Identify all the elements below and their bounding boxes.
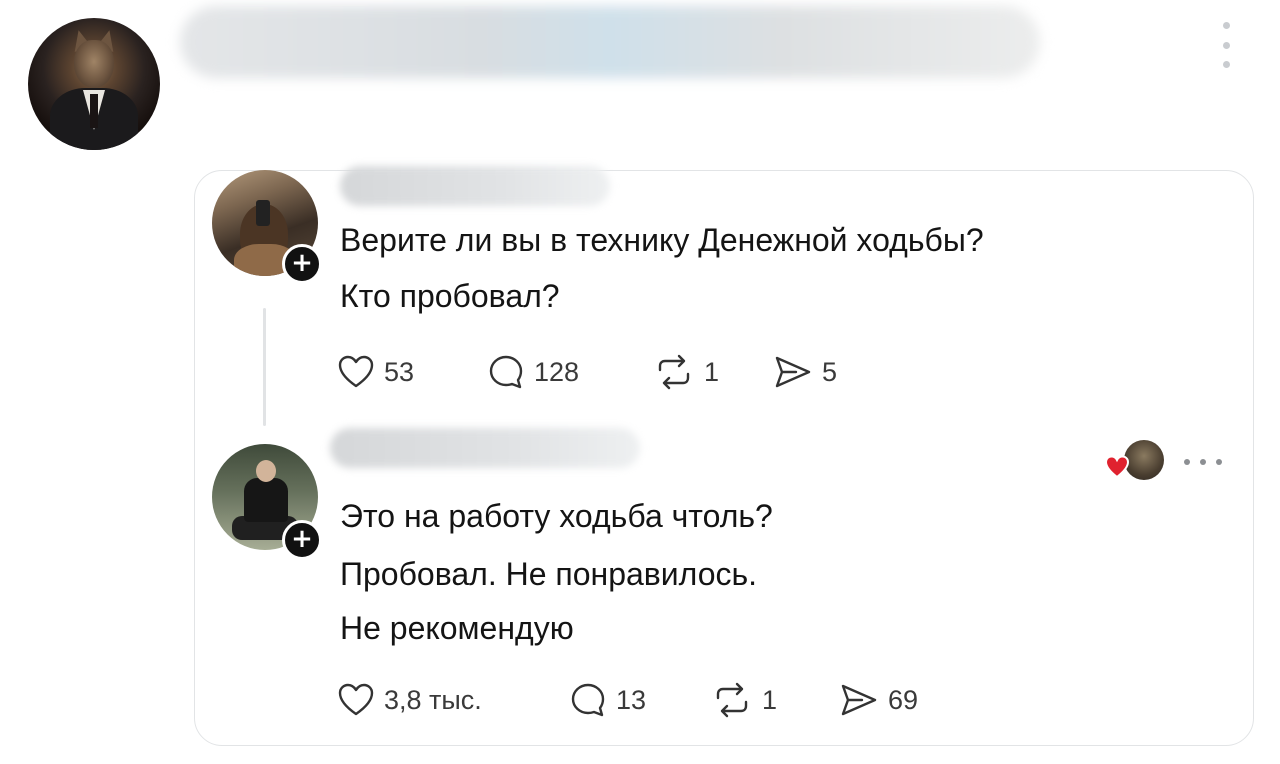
comment-1-line-2: Кто пробовал? bbox=[340, 278, 560, 314]
send-icon bbox=[841, 684, 877, 716]
tie bbox=[90, 94, 98, 128]
share-button[interactable]: 5 bbox=[774, 355, 837, 389]
author-avatar[interactable] bbox=[28, 18, 160, 150]
comment-1-actions: 53 128 1 5 bbox=[338, 352, 837, 392]
liker-avatar bbox=[1124, 440, 1164, 480]
cat-head bbox=[74, 40, 114, 88]
commenter-2-handle-redacted bbox=[330, 428, 640, 468]
comment-2-actions: 3,8 тыс. 13 1 69 bbox=[338, 680, 918, 720]
repost-button[interactable]: 1 bbox=[654, 354, 774, 390]
heart-icon bbox=[338, 355, 374, 388]
comment-2-line-2: Пробовал. Не понравилось. bbox=[340, 556, 758, 592]
speech-bubble-icon bbox=[571, 683, 605, 717]
thread-connector-line bbox=[263, 308, 266, 426]
heart-filled-icon bbox=[1104, 455, 1130, 479]
reply-count: 128 bbox=[534, 356, 580, 387]
like-button[interactable]: 3,8 тыс. bbox=[338, 683, 570, 717]
share-count: 5 bbox=[822, 356, 838, 387]
comment-2-line-3: Не рекомендую bbox=[340, 610, 574, 646]
reply-button[interactable]: 13 bbox=[570, 682, 712, 718]
repost-count: 1 bbox=[762, 684, 778, 715]
repost-count: 1 bbox=[704, 356, 720, 387]
like-button[interactable]: 53 bbox=[338, 355, 488, 389]
comment-2-line-1: Это на работу ходьба чтоль? bbox=[340, 498, 773, 534]
phone-in-mirror bbox=[256, 200, 270, 226]
heart-icon bbox=[338, 683, 374, 716]
speech-bubble-icon bbox=[489, 355, 523, 389]
repost-icon bbox=[716, 682, 748, 718]
share-button[interactable]: 69 bbox=[840, 683, 918, 717]
follow-plus-icon[interactable]: + bbox=[282, 520, 322, 560]
more-options-kebab-icon[interactable] bbox=[1216, 22, 1236, 68]
follow-plus-icon[interactable]: + bbox=[282, 244, 322, 284]
share-count: 69 bbox=[888, 684, 919, 715]
commenter-1-handle-redacted bbox=[340, 166, 610, 206]
comment-1-line-1: Верите ли вы в технику Денежной ходьбы? bbox=[340, 222, 984, 258]
like-count: 3,8 тыс. bbox=[384, 684, 482, 715]
repost-icon bbox=[658, 354, 690, 390]
author-liked-indicator bbox=[1104, 440, 1164, 482]
reply-count: 13 bbox=[616, 684, 647, 715]
send-icon bbox=[775, 356, 811, 388]
author-name-redacted bbox=[180, 6, 1040, 78]
more-options-ellipsis-icon[interactable] bbox=[1184, 458, 1222, 466]
repost-button[interactable]: 1 bbox=[712, 682, 840, 718]
reply-button[interactable]: 128 bbox=[488, 354, 654, 390]
like-count: 53 bbox=[384, 356, 415, 387]
